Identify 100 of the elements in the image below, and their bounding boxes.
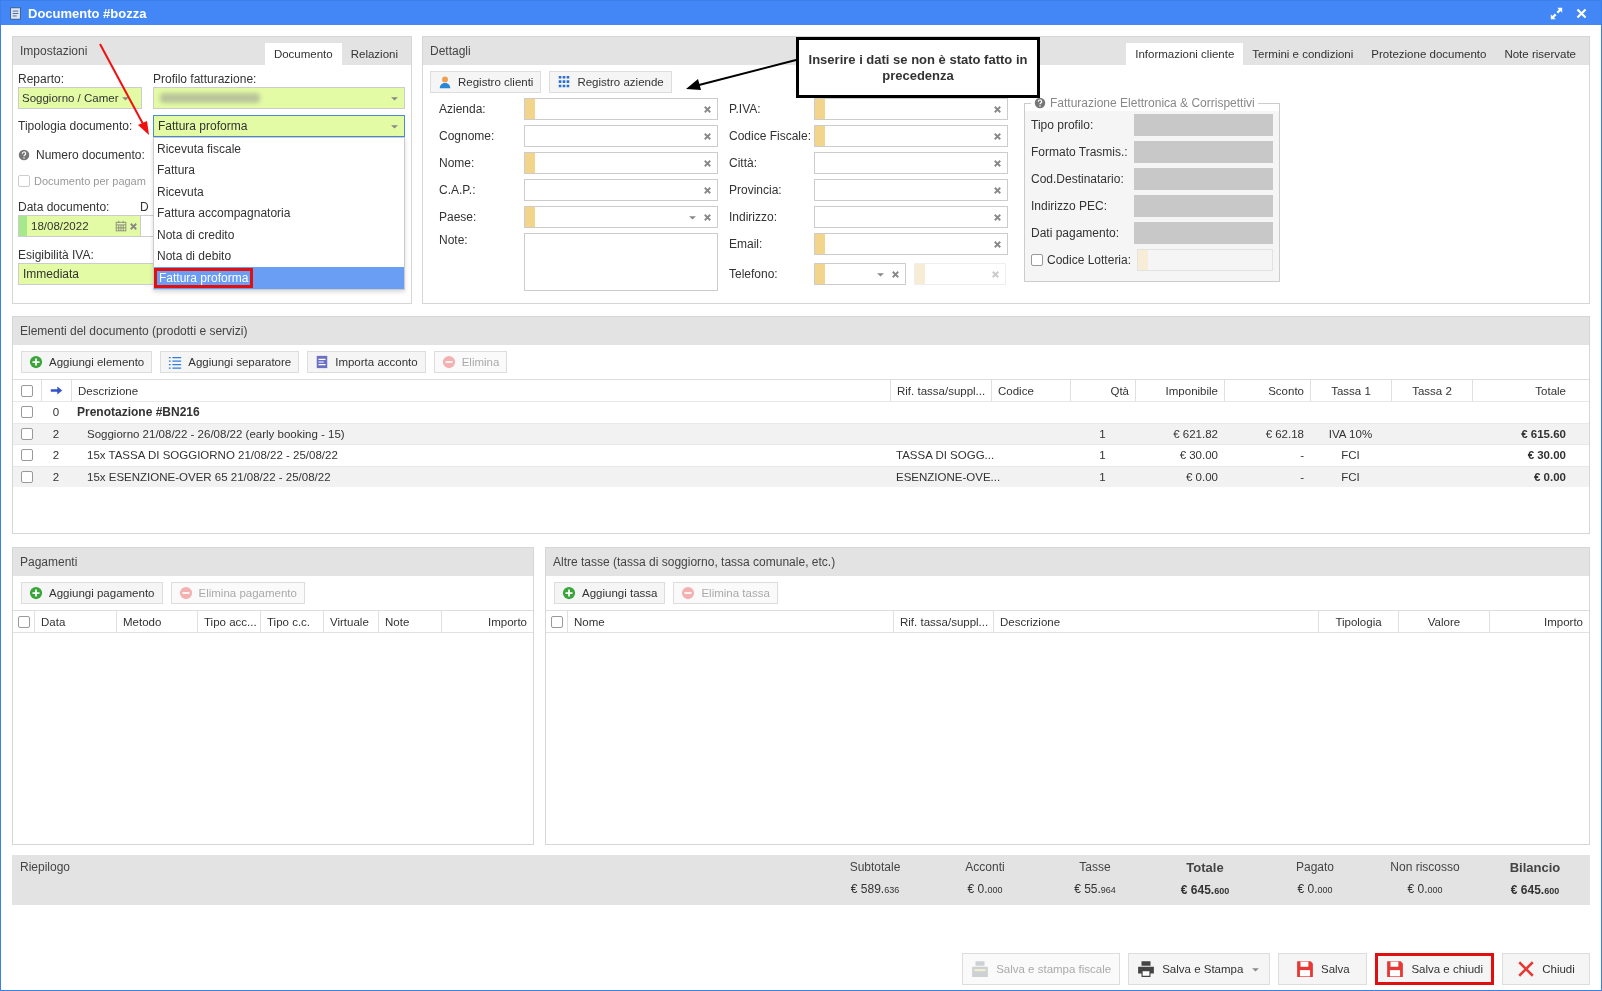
column-header[interactable]: Tipologia xyxy=(1335,615,1382,628)
add-icon xyxy=(29,586,43,600)
dropdown-option[interactable]: Fattura accompagnatoria xyxy=(154,202,404,224)
column-header[interactable]: Virtuale xyxy=(330,615,369,628)
footer-button[interactable]: Chiudi xyxy=(1502,953,1590,985)
panel-title: Elementi del documento (prodotti e servizi) xyxy=(19,324,248,338)
field-label: Esigibilità IVA: xyxy=(18,247,94,263)
column-header[interactable]: Totale xyxy=(1535,384,1566,397)
clear-icon xyxy=(990,268,1001,280)
document-type-select[interactable]: Fattura proforma xyxy=(153,115,405,137)
input-field[interactable] xyxy=(524,179,718,201)
input-field[interactable] xyxy=(814,125,1008,147)
column-header[interactable]: Valore xyxy=(1427,615,1461,628)
column-header[interactable]: Descrizione xyxy=(1000,615,1061,628)
tab[interactable]: Relazioni xyxy=(341,43,407,65)
input-field[interactable] xyxy=(524,152,718,174)
save-icon xyxy=(1296,960,1314,978)
field-label: Profilo fatturazione: xyxy=(153,71,257,87)
column-header[interactable]: Imponibile xyxy=(1165,384,1218,397)
input-field[interactable] xyxy=(524,125,718,147)
input-field[interactable] xyxy=(524,206,718,228)
dropdown-option[interactable]: Ricevuta xyxy=(154,181,404,203)
input-field[interactable] xyxy=(524,98,718,120)
clear-icon xyxy=(992,238,1003,250)
add-icon xyxy=(562,586,576,600)
column-header[interactable]: Nome xyxy=(574,615,605,628)
toolbar-button[interactable]: Aggiungi elemento xyxy=(21,351,153,373)
column-header[interactable]: Metodo xyxy=(123,615,162,628)
tab[interactable]: Documento xyxy=(264,43,342,65)
save-icon xyxy=(1386,960,1405,978)
column-header[interactable]: Rif. tassa/suppl... xyxy=(900,615,989,628)
tab[interactable]: Protezione documento xyxy=(1362,43,1496,65)
checkbox[interactable] xyxy=(1031,254,1043,266)
table-cell: Prenotazione #BN216 xyxy=(77,405,200,420)
input-field[interactable] xyxy=(814,179,1008,201)
field-label: Città: xyxy=(729,156,758,170)
toolbar-button[interactable]: Registro clienti xyxy=(430,71,542,93)
clear-icon xyxy=(992,184,1003,196)
field-label: Tipologia documento: xyxy=(18,118,133,134)
column-header[interactable]: Qtà xyxy=(1110,384,1129,397)
remove-icon xyxy=(441,355,456,369)
field-label: D xyxy=(140,199,149,215)
checkbox[interactable] xyxy=(550,615,563,628)
checkbox[interactable] xyxy=(21,406,33,419)
dropdown-option[interactable]: Ricevuta fiscale xyxy=(154,138,404,160)
column-header[interactable]: Tipo acc... xyxy=(204,615,257,628)
table-cell: - xyxy=(1300,470,1304,483)
input-field[interactable] xyxy=(814,152,1008,174)
clear-icon xyxy=(702,157,713,169)
table-cell: 15x TASSA DI SOGGIORNO 21/08/22 - 25/08/22 xyxy=(87,449,338,462)
document-icon xyxy=(9,6,22,20)
text-area[interactable] xyxy=(524,233,718,291)
column-header[interactable]: Descrizione xyxy=(78,384,139,397)
column-header[interactable]: Rif. tassa/suppl... xyxy=(897,384,986,397)
column-header[interactable]: Importo xyxy=(1544,615,1583,628)
toolbar-button[interactable]: Aggiungi separatore xyxy=(160,351,300,373)
arrow-icon xyxy=(50,384,63,397)
checkbox[interactable] xyxy=(21,427,33,440)
column-header[interactable]: Codice xyxy=(998,384,1034,397)
footer-button[interactable]: Salva e chiudi xyxy=(1375,953,1494,985)
column-header[interactable]: Tassa 2 xyxy=(1412,384,1452,397)
footer-button[interactable]: Salva e Stampa xyxy=(1128,953,1271,985)
remove-icon xyxy=(178,586,193,600)
column-header[interactable]: Data xyxy=(41,615,66,628)
table-cell: Soggiorno 21/08/22 - 26/08/22 (early booking - 15) xyxy=(87,427,345,440)
table-cell: - xyxy=(1300,449,1304,462)
department-select[interactable]: Soggiorno / Camer xyxy=(18,87,142,109)
column-header[interactable]: Note xyxy=(385,615,410,628)
toolbar-button[interactable]: Aggiungi pagamento xyxy=(21,582,163,604)
close-icon xyxy=(1517,960,1536,978)
toolbar-button[interactable]: Aggiungi tassa xyxy=(554,582,666,604)
column-header[interactable]: Importo xyxy=(488,615,527,628)
column-header[interactable]: Tassa 1 xyxy=(1331,384,1371,397)
input-field[interactable] xyxy=(814,98,1008,120)
footer-button[interactable]: Salva xyxy=(1278,953,1368,985)
phone-prefix-select[interactable] xyxy=(814,263,906,285)
tab[interactable]: Termini e condizioni xyxy=(1243,43,1363,65)
toolbar-button[interactable]: Registro aziende xyxy=(549,71,672,93)
tab[interactable]: Note riservate xyxy=(1495,43,1585,65)
dropdown-option[interactable]: Nota di credito xyxy=(154,224,404,246)
input-field[interactable] xyxy=(814,206,1008,228)
column-header[interactable]: Tipo c.c. xyxy=(267,615,311,628)
date-field[interactable]: 18/08/2022 xyxy=(18,215,142,237)
dropdown-option[interactable]: Fattura xyxy=(154,159,404,181)
remove-icon xyxy=(681,586,696,600)
clear-icon xyxy=(890,268,901,280)
field-label: P.IVA: xyxy=(729,102,762,116)
column-header[interactable]: Sconto xyxy=(1268,384,1304,397)
toolbar-button[interactable]: Importa acconto xyxy=(307,351,426,373)
panel-title: Altre tasse (tassa di soggiorno, tassa comunale, etc.) xyxy=(552,555,836,569)
checkbox[interactable] xyxy=(21,384,33,397)
checkbox[interactable] xyxy=(21,449,33,462)
billing-profile-select[interactable] xyxy=(153,87,405,109)
checkbox[interactable] xyxy=(17,615,30,628)
input-field[interactable] xyxy=(814,233,1008,255)
help-icon xyxy=(1034,97,1046,109)
summary-label: Acconti xyxy=(965,860,1005,874)
checkbox[interactable] xyxy=(21,470,33,483)
tab[interactable]: Informazioni cliente xyxy=(1126,43,1244,65)
field-label: Indirizzo PEC: xyxy=(1031,199,1109,213)
